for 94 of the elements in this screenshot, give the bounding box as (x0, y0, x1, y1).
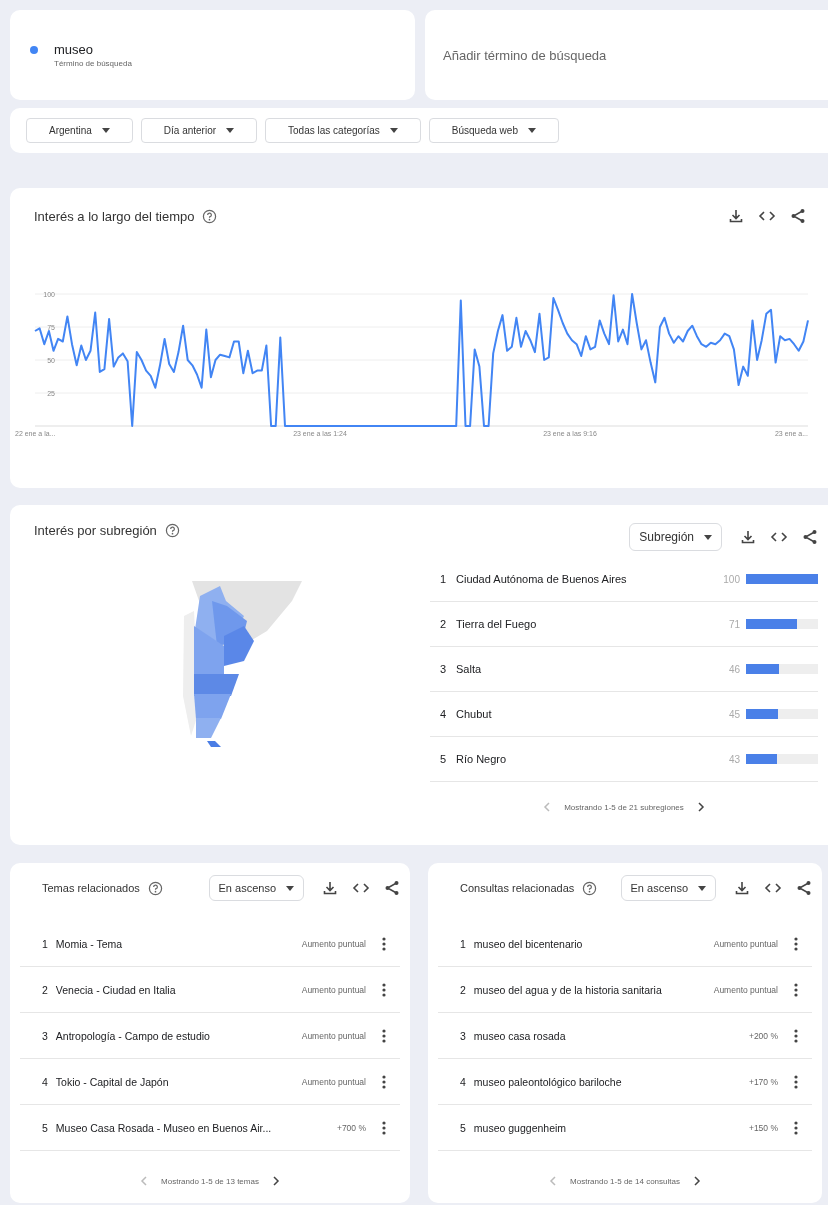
related-item-link[interactable]: Momia - Tema (55, 937, 294, 950)
more-icon[interactable] (382, 936, 386, 951)
download-icon[interactable] (740, 529, 756, 545)
view-dropdown[interactable]: Subregión (629, 523, 722, 551)
next-icon[interactable] (272, 1176, 280, 1186)
more-icon[interactable] (794, 1120, 798, 1135)
rank-number: 4 (440, 708, 448, 720)
interest-value: 100 (722, 573, 740, 585)
caret-icon (389, 128, 398, 133)
related-item-link[interactable]: Museo Casa Rosada - Museo en Buenos Air... (55, 1121, 329, 1134)
change-value: +200 % (748, 1030, 778, 1041)
interest-value: 45 (727, 708, 740, 720)
term-subtitle: Término de búsqueda (54, 59, 133, 68)
more-icon[interactable] (382, 982, 386, 997)
rank-number: 5 (440, 753, 448, 765)
rank-number: 1 (42, 937, 48, 950)
help-icon[interactable] (202, 208, 218, 224)
download-icon[interactable] (734, 880, 750, 896)
rank-number: 2 (42, 983, 48, 996)
next-icon[interactable] (697, 802, 705, 812)
pagination-text: Mostrando 1-5 de 13 temas (161, 1176, 259, 1186)
share-icon[interactable] (802, 529, 818, 545)
rank-number: 3 (460, 1029, 466, 1042)
related-item-link[interactable]: museo del agua y de la historia sanitaria (473, 983, 706, 996)
related-item-link[interactable]: museo guggenheim (473, 1121, 741, 1134)
search-term[interactable]: museo (54, 42, 94, 57)
more-icon[interactable] (794, 1028, 798, 1043)
more-icon[interactable] (382, 1028, 386, 1043)
card-title: Temas relacionados (42, 882, 140, 894)
rank-number: 2 (440, 618, 448, 630)
rank-number: 1 (440, 573, 448, 585)
region-name: Ciudad Autónoma de Buenos Aires (456, 573, 628, 585)
share-icon[interactable] (384, 880, 400, 896)
more-icon[interactable] (794, 936, 798, 951)
card-title: Interés a lo largo del tiempo (34, 208, 195, 224)
next-icon[interactable] (693, 1176, 701, 1186)
help-icon[interactable] (582, 880, 598, 896)
related-item-link[interactable]: museo del bicentenario (473, 937, 706, 950)
filter-dropdown[interactable]: Búsqueda web (428, 118, 559, 143)
change-value: Aumento puntual (301, 1076, 366, 1087)
region-name: Río Negro (456, 753, 508, 765)
change-value: Aumento puntual (713, 984, 778, 995)
rank-number: 3 (42, 1029, 48, 1042)
related-item-link[interactable]: museo casa rosada (473, 1029, 741, 1042)
rank-number: 4 (460, 1075, 466, 1088)
filter-dropdown[interactable]: Día anterior (140, 118, 258, 143)
interest-value: 71 (727, 618, 740, 630)
more-icon[interactable] (382, 1074, 386, 1089)
interest-value: 43 (727, 753, 740, 765)
related-item-link[interactable]: Antropología - Campo de estudio (55, 1029, 294, 1042)
filter-dropdown[interactable]: Todas las categorías (265, 118, 421, 143)
share-icon[interactable] (796, 880, 812, 896)
caret-icon (101, 128, 110, 133)
caret-icon (704, 534, 712, 540)
rank-number: 3 (440, 663, 448, 675)
more-icon[interactable] (382, 1120, 386, 1135)
related-item-link[interactable]: Venecia - Ciudad en Italia (55, 983, 294, 996)
pagination-text: Mostrando 1-5 de 14 consultas (570, 1176, 680, 1186)
add-term-field[interactable]: Añadir término de búsqueda (441, 46, 805, 64)
view-dropdown[interactable]: En ascenso (620, 875, 716, 901)
interest-value: 46 (727, 663, 740, 675)
region-name: Salta (456, 663, 483, 675)
caret-icon (286, 885, 294, 891)
rank-number: 2 (460, 983, 466, 996)
related-item-link[interactable]: Tokio - Capital de Japón (55, 1075, 294, 1088)
related-item-link[interactable]: museo paleontológico bariloche (473, 1075, 741, 1088)
change-value: Aumento puntual (301, 984, 366, 995)
caret-icon (527, 128, 536, 133)
rank-number: 4 (42, 1075, 48, 1088)
rank-number: 5 (42, 1121, 48, 1134)
rank-number: 5 (460, 1121, 466, 1134)
caret-icon (226, 128, 235, 133)
help-icon[interactable] (164, 523, 180, 538)
view-dropdown[interactable]: En ascenso (208, 875, 304, 901)
change-value: +170 % (748, 1076, 778, 1087)
filter-dropdown[interactable]: Argentina (26, 118, 133, 143)
card-title: Consultas relacionadas (460, 882, 575, 894)
pagination-text: Mostrando 1-5 de 21 subregiones (564, 802, 684, 812)
download-icon[interactable] (728, 208, 744, 224)
region-name: Chubut (456, 708, 493, 720)
change-value: +700 % (336, 1122, 366, 1133)
help-icon[interactable] (147, 880, 163, 896)
card-title: Interés por subregión (34, 523, 157, 538)
change-value: Aumento puntual (301, 938, 366, 949)
more-icon[interactable] (794, 1074, 798, 1089)
rank-number: 1 (460, 937, 466, 950)
more-icon[interactable] (794, 982, 798, 997)
change-value: Aumento puntual (713, 938, 778, 949)
share-icon[interactable] (790, 208, 806, 224)
caret-icon (698, 885, 706, 891)
download-icon[interactable] (322, 880, 338, 896)
region-name: Tierra del Fuego (456, 618, 538, 630)
change-value: +150 % (748, 1122, 778, 1133)
change-value: Aumento puntual (301, 1030, 366, 1041)
